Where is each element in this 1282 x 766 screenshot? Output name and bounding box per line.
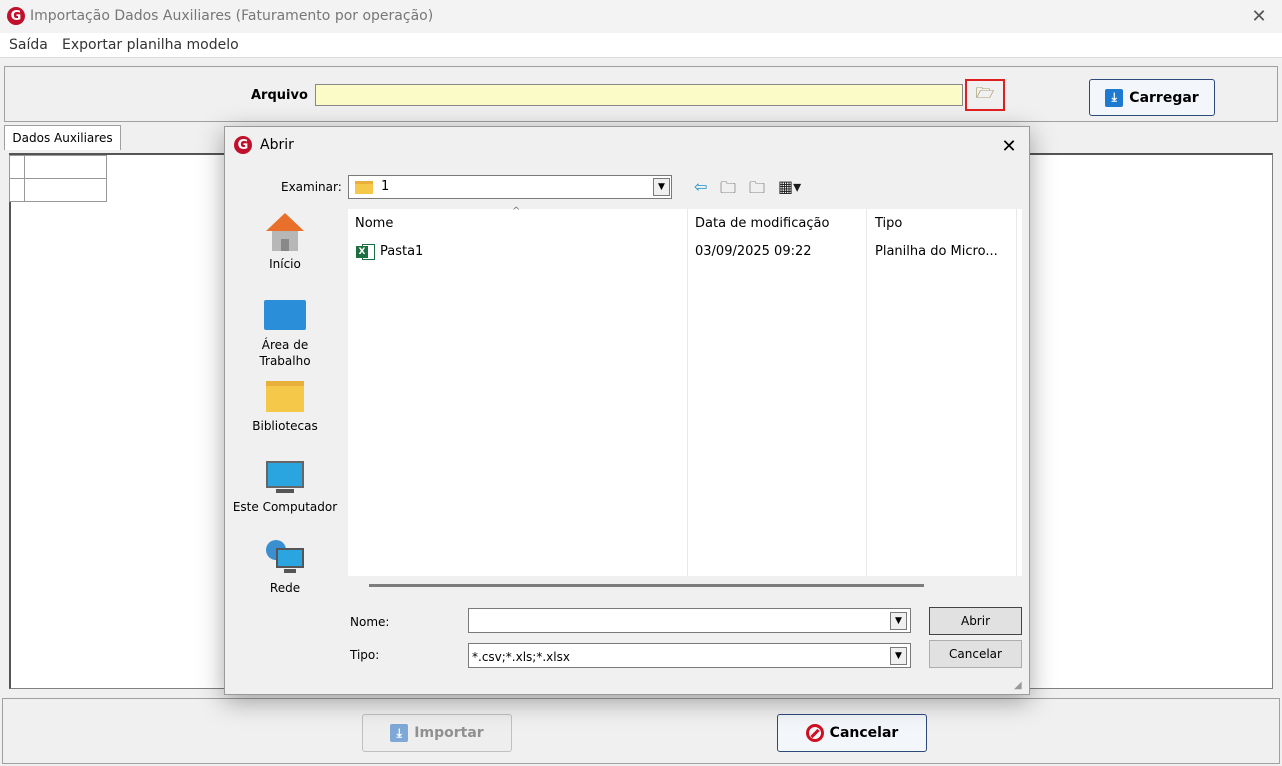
abrir-button[interactable]: Abrir bbox=[929, 607, 1022, 635]
cancelar-label: Cancelar bbox=[829, 725, 899, 741]
computer-icon[interactable] bbox=[266, 461, 304, 488]
arquivo-label: Arquivo bbox=[251, 88, 308, 103]
tipo-label: Tipo: bbox=[350, 648, 380, 662]
place-area-de-trabalho[interactable]: Área de Trabalho bbox=[225, 337, 345, 369]
place-inicio[interactable]: Início bbox=[225, 257, 345, 271]
app-logo-icon: G bbox=[7, 7, 25, 25]
file-name[interactable]: Pasta1 bbox=[380, 244, 423, 259]
file-modified[interactable]: 03/09/2025 09:22 bbox=[695, 244, 812, 259]
up-folder-icon[interactable]: 🗀 bbox=[720, 177, 736, 204]
carregar-label: Carregar bbox=[1129, 89, 1199, 106]
back-icon[interactable]: ⇦ bbox=[694, 177, 707, 196]
column-divider bbox=[1016, 209, 1017, 576]
carregar-button[interactable]: ⤓ Carregar bbox=[1089, 79, 1215, 116]
menu-item-exportar-planilha-modelo[interactable]: Exportar planilha modelo bbox=[62, 37, 239, 53]
arquivo-input[interactable] bbox=[315, 84, 963, 106]
sort-ascending-icon: ^ bbox=[512, 206, 521, 217]
examinar-value: 1 bbox=[381, 179, 390, 194]
new-folder-icon[interactable]: 🗀 bbox=[749, 177, 765, 204]
home-icon[interactable] bbox=[264, 213, 306, 253]
column-header-data[interactable]: Data de modificação bbox=[695, 216, 829, 231]
chevron-down-icon[interactable]: ▼ bbox=[890, 612, 907, 630]
browse-file-button[interactable]: 🗁 bbox=[965, 79, 1005, 111]
resize-grip-icon[interactable]: ◢ bbox=[1014, 680, 1022, 691]
grid-cell[interactable] bbox=[24, 178, 107, 202]
column-divider bbox=[687, 209, 688, 576]
dialog-close-button[interactable]: ✕ bbox=[996, 134, 1022, 158]
network-icon[interactable] bbox=[266, 540, 304, 574]
cancel-icon bbox=[805, 724, 824, 742]
importar-button[interactable]: ⤓ Importar bbox=[362, 714, 512, 752]
dialog-cancelar-button[interactable]: Cancelar bbox=[929, 640, 1022, 668]
window-title: Importação Dados Auxiliares (Faturamento… bbox=[30, 8, 434, 24]
column-header-tipo[interactable]: Tipo bbox=[875, 216, 902, 231]
tab-dados-auxiliares[interactable]: Dados Auxiliares bbox=[4, 125, 121, 150]
importar-label: Importar bbox=[414, 725, 484, 741]
folder-open-icon: 🗁 bbox=[975, 83, 995, 102]
folder-icon bbox=[355, 181, 373, 194]
grid-corner-cell bbox=[9, 155, 25, 179]
column-divider bbox=[866, 209, 867, 576]
grid-header-cell[interactable] bbox=[24, 155, 107, 179]
import-icon: ⤓ bbox=[390, 724, 409, 742]
column-header-nome[interactable]: Nome bbox=[355, 216, 393, 231]
view-menu-icon[interactable]: ▦▾ bbox=[778, 177, 801, 196]
place-rede[interactable]: Rede bbox=[225, 581, 345, 595]
place-bibliotecas[interactable]: Bibliotecas bbox=[225, 419, 345, 433]
place-este-computador[interactable]: Este Computador bbox=[225, 500, 345, 514]
computer-stand bbox=[276, 489, 294, 493]
excel-file-icon: X bbox=[356, 243, 376, 261]
file-name-input[interactable] bbox=[468, 608, 911, 633]
dialog-title: Abrir bbox=[260, 137, 294, 153]
nome-label: Nome: bbox=[350, 615, 390, 629]
chevron-down-icon[interactable]: ▼ bbox=[653, 178, 670, 196]
file-type[interactable]: Planilha do Micro... bbox=[875, 244, 998, 259]
load-icon: ⤓ bbox=[1105, 88, 1124, 107]
desktop-icon[interactable] bbox=[264, 300, 306, 330]
cancelar-button[interactable]: Cancelar bbox=[777, 714, 927, 752]
action-panel bbox=[2, 698, 1280, 764]
file-list[interactable] bbox=[348, 209, 1022, 576]
grid-row-header[interactable] bbox=[9, 178, 25, 202]
file-type-value: *.csv;*.xls;*.xlsx bbox=[472, 650, 570, 664]
examinar-label: Examinar: bbox=[281, 180, 342, 194]
close-window-button[interactable]: ✕ bbox=[1248, 5, 1270, 27]
examinar-select[interactable] bbox=[348, 175, 672, 199]
horizontal-scrollbar[interactable] bbox=[369, 584, 924, 587]
dialog-logo-icon: G bbox=[234, 136, 252, 154]
menu-item-saida[interactable]: Saída bbox=[9, 37, 48, 53]
chevron-down-icon[interactable]: ▼ bbox=[890, 647, 907, 665]
libraries-icon[interactable] bbox=[266, 381, 304, 412]
